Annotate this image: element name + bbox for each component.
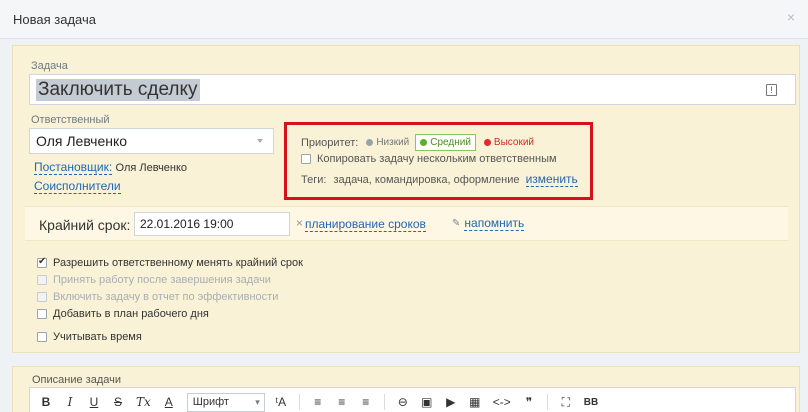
option-label: Учитывать время (53, 330, 142, 343)
align-icon[interactable]: ≡ (360, 395, 372, 409)
editor-toolbar: B I U S Tx A Шрифт ᵗA ≡ ≡ ≡ ⊖ ▣ ▶ ▦ <-> … (29, 387, 796, 412)
options-list: Разрешить ответственному менять крайний … (37, 254, 303, 345)
option-accept-work: Принять работу после завершения задачи (37, 271, 303, 288)
responsible-value: Оля Левченко (36, 133, 128, 149)
option-checkbox[interactable] (37, 331, 47, 342)
underline-button[interactable]: U (88, 395, 100, 409)
window-header: Новая задача × (0, 0, 808, 39)
creator-row: Постановщик: Оля Левченко (34, 160, 188, 175)
option-label: Включить задачу в отчет по эффективности (53, 290, 279, 303)
tags-value: задача, командировка, оформление (333, 174, 520, 186)
task-label: Задача (31, 60, 68, 72)
clear-icon[interactable]: × (296, 216, 303, 230)
toolbar-divider (546, 394, 548, 410)
priority-high[interactable]: Высокий (483, 137, 534, 148)
option-checkbox[interactable] (37, 256, 47, 268)
planning-link[interactable]: планирование сроков (305, 217, 426, 232)
video-icon[interactable]: ▶ (445, 395, 457, 409)
option-checkbox[interactable] (37, 308, 47, 319)
quote-icon[interactable]: ❞ (523, 395, 535, 409)
priority-medium[interactable]: Средний (415, 134, 476, 151)
text-color-button[interactable]: A (163, 395, 175, 409)
option-label: Принять работу после завершения задачи (53, 273, 271, 286)
ordered-list-icon[interactable]: ≡ (312, 395, 324, 409)
task-form-panel: Задача Заключить сделку ! Ответственный … (12, 45, 800, 353)
unordered-list-icon[interactable]: ≡ (336, 395, 348, 409)
responsible-label: Ответственный (31, 114, 110, 126)
option-label: Добавить в план рабочего дня (53, 307, 209, 320)
option-day-plan[interactable]: Добавить в план рабочего дня (37, 305, 303, 322)
responsible-select[interactable]: Оля Левченко (29, 128, 274, 154)
window-title: Новая задача (13, 12, 96, 27)
deadline-label: Крайний срок: (39, 217, 131, 233)
close-icon[interactable]: × (784, 10, 798, 24)
high-dot-icon (483, 139, 491, 146)
option-efficiency-report: Включить задачу в отчет по эффективности (37, 288, 303, 305)
italic-button[interactable]: I (64, 395, 76, 409)
clear-format-button[interactable]: Tx (136, 395, 151, 409)
tags-row: Теги: задача, командировка, оформление и… (301, 172, 578, 187)
task-title-input[interactable]: Заключить сделку ! (29, 74, 796, 105)
toolbar-divider (383, 394, 385, 410)
creator-link[interactable]: Постановщик: (34, 160, 113, 175)
deadline-value: 22.01.2016 19:00 (140, 217, 234, 231)
font-size-button[interactable]: ᵗA (275, 395, 287, 409)
priority-low[interactable]: Низкий (366, 137, 409, 148)
fullscreen-icon[interactable]: ⛶ (560, 395, 572, 410)
coexecutors-row: Соисполнители (34, 179, 121, 194)
creator-name: Оля Левченко (115, 162, 188, 174)
option-checkbox (37, 291, 47, 302)
copy-task-label: Копировать задачу нескольким ответственн… (317, 153, 557, 165)
priority-high-label: Высокий (493, 137, 534, 148)
bell-icon: ✎ (452, 218, 461, 229)
tags-label: Теги: (301, 174, 327, 186)
description-label: Описание задачи (32, 374, 121, 386)
option-label: Разрешить ответственному менять крайний … (53, 256, 303, 269)
low-dot-icon (366, 139, 374, 146)
option-track-time[interactable]: Учитывать время (37, 328, 303, 345)
remind-link[interactable]: напомнить (464, 216, 525, 231)
coexecutors-link[interactable]: Соисполнители (34, 179, 121, 194)
bold-button[interactable]: B (40, 395, 52, 409)
option-checkbox (37, 274, 47, 285)
image-icon[interactable]: ▣ (421, 395, 433, 409)
option-allow-change-deadline[interactable]: Разрешить ответственному менять крайний … (37, 254, 303, 271)
medium-dot-icon (420, 139, 428, 146)
copy-task-row[interactable]: Копировать задачу нескольким ответственн… (301, 153, 557, 165)
priority-medium-label: Средний (430, 137, 471, 148)
priority-low-label: Низкий (376, 137, 410, 148)
priority-label: Приоритет: (301, 136, 359, 149)
template-icon[interactable]: ! (766, 84, 777, 96)
task-title-value: Заключить сделку (36, 79, 200, 101)
deadline-input[interactable]: 22.01.2016 19:00 × (134, 212, 303, 236)
code-icon[interactable]: <-> (493, 395, 511, 409)
remind-button[interactable]: ✎ напомнить (452, 216, 525, 231)
highlight-box: Приоритет: Низкий Средний Высокий Копиро… (284, 122, 593, 200)
table-icon[interactable]: ▦ (469, 395, 481, 409)
copy-task-checkbox[interactable] (301, 154, 311, 164)
priority-row: Приоритет: Низкий Средний Высокий (301, 134, 534, 151)
font-select[interactable]: Шрифт (186, 392, 265, 412)
chevron-down-icon (257, 139, 263, 143)
strikethrough-button[interactable]: S (112, 395, 124, 409)
tags-change-link[interactable]: изменить (525, 172, 578, 187)
toolbar-divider (298, 394, 300, 410)
deadline-bar: Крайний срок: 22.01.2016 19:00 × планиро… (25, 206, 788, 241)
bbcode-button[interactable]: BB (584, 397, 598, 408)
link-icon[interactable]: ⊖ (397, 395, 409, 409)
description-panel: Описание задачи B I U S Tx A Шрифт ᵗA ≡ … (12, 366, 800, 412)
